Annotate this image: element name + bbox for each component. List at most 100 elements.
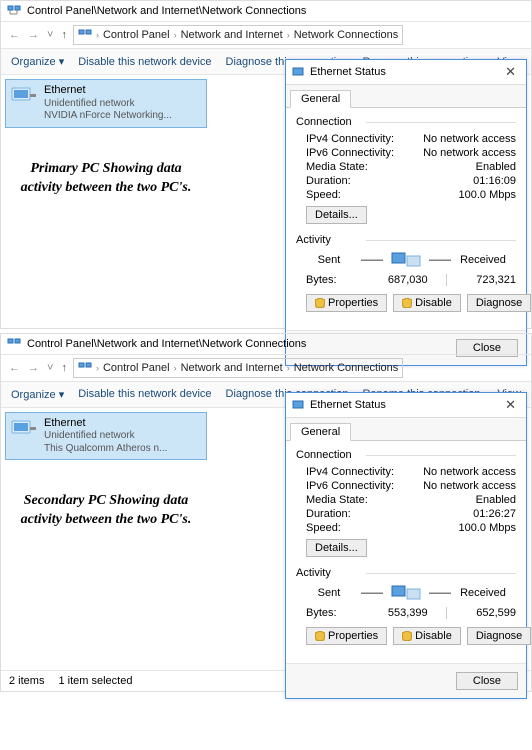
up-button[interactable]: ↑ bbox=[59, 362, 69, 374]
speed-label: Speed: bbox=[306, 189, 416, 201]
adapter-item-ethernet[interactable]: Ethernet Unidentified network This Qualc… bbox=[5, 412, 207, 461]
ethernet-status-dialog: Ethernet Status ✕ General Connection IPv… bbox=[285, 392, 527, 699]
explorer-window-primary: Control Panel\Network and Internet\Netwo… bbox=[0, 0, 532, 329]
back-button[interactable]: ← bbox=[7, 362, 22, 374]
diagnose-button[interactable]: Diagnose bbox=[467, 627, 531, 645]
bytes-received-value: 652,599 bbox=[453, 607, 517, 619]
adapter-driver: This Qualcomm Atheros n... bbox=[44, 443, 167, 456]
received-label: Received bbox=[459, 254, 507, 266]
nav-row: ← → ˅ ↑ › Control Panel › Network and In… bbox=[1, 354, 531, 381]
network-connections-icon bbox=[78, 28, 92, 42]
duration-value: 01:26:27 bbox=[416, 508, 516, 520]
ipv6-label: IPv6 Connectivity: bbox=[306, 147, 416, 159]
ipv6-label: IPv6 Connectivity: bbox=[306, 480, 416, 492]
close-icon[interactable]: ✕ bbox=[501, 397, 520, 413]
organize-menu[interactable]: Organize ▾ bbox=[11, 55, 64, 68]
media-state-label: Media State: bbox=[306, 161, 416, 173]
properties-button[interactable]: Properties bbox=[306, 294, 387, 312]
duration-label: Duration: bbox=[306, 508, 416, 520]
details-button[interactable]: Details... bbox=[306, 206, 367, 224]
bytes-label: Bytes: bbox=[306, 274, 376, 286]
properties-button-label: Properties bbox=[328, 297, 378, 309]
tab-general[interactable]: General bbox=[290, 423, 351, 441]
back-button[interactable]: ← bbox=[7, 29, 22, 41]
disable-button-label: Disable bbox=[415, 630, 452, 642]
dialog-titlebar[interactable]: Ethernet Status ✕ bbox=[286, 60, 526, 85]
adapter-item-ethernet[interactable]: Ethernet Unidentified network NVIDIA nFo… bbox=[5, 79, 207, 128]
ipv4-label: IPv4 Connectivity: bbox=[306, 133, 416, 145]
disable-button[interactable]: Disable bbox=[393, 627, 461, 645]
explorer-window-secondary: Control Panel\Network and Internet\Netwo… bbox=[0, 333, 532, 693]
speed-value: 100.0 Mbps bbox=[416, 522, 516, 534]
shield-icon bbox=[402, 298, 412, 308]
up-button[interactable]: ↑ bbox=[59, 29, 69, 41]
activity-divider: —— bbox=[429, 587, 451, 599]
bytes-received-value: 723,321 bbox=[453, 274, 517, 286]
path-title-text: Control Panel\Network and Internet\Netwo… bbox=[27, 338, 306, 350]
window-path-title: Control Panel\Network and Internet\Netwo… bbox=[1, 1, 531, 21]
properties-button[interactable]: Properties bbox=[306, 627, 387, 645]
sent-label: Sent bbox=[305, 587, 353, 599]
address-bar[interactable]: › Control Panel › Network and Internet ›… bbox=[73, 25, 403, 45]
address-bar[interactable]: › Control Panel › Network and Internet ›… bbox=[73, 358, 403, 378]
disable-device-button[interactable]: Disable this network device bbox=[78, 388, 211, 400]
tab-general[interactable]: General bbox=[290, 90, 351, 108]
breadcrumb[interactable]: Control Panel bbox=[103, 362, 170, 374]
shield-icon bbox=[315, 631, 325, 641]
ethernet-status-dialog: Ethernet Status ✕ General Connection IPv… bbox=[285, 59, 527, 366]
received-label: Received bbox=[459, 587, 507, 599]
activity-divider: —— bbox=[361, 587, 383, 599]
activity-divider: —— bbox=[429, 254, 451, 266]
chevron-right-icon[interactable]: › bbox=[96, 363, 99, 373]
diagnose-button[interactable]: Diagnose bbox=[467, 294, 531, 312]
connection-section-label: Connection bbox=[296, 449, 516, 461]
properties-button-label: Properties bbox=[328, 630, 378, 642]
activity-section-label: Activity bbox=[296, 567, 516, 579]
breadcrumb[interactable]: Control Panel bbox=[103, 29, 170, 41]
chevron-right-icon[interactable]: › bbox=[287, 30, 290, 40]
breadcrumb[interactable]: Network and Internet bbox=[181, 29, 283, 41]
activity-monitors-icon bbox=[391, 583, 421, 603]
forward-button[interactable]: → bbox=[26, 362, 41, 374]
network-connections-icon bbox=[7, 4, 21, 18]
media-state-value: Enabled bbox=[416, 161, 516, 173]
dialog-title: Ethernet Status bbox=[310, 399, 386, 411]
duration-label: Duration: bbox=[306, 175, 416, 187]
ipv4-label: IPv4 Connectivity: bbox=[306, 466, 416, 478]
recent-dropdown[interactable]: ˅ bbox=[45, 362, 55, 374]
organize-menu[interactable]: Organize ▾ bbox=[11, 388, 64, 401]
ipv4-value: No network access bbox=[416, 133, 516, 145]
activity-section-label: Activity bbox=[296, 234, 516, 246]
breadcrumb[interactable]: Network and Internet bbox=[181, 362, 283, 374]
close-button[interactable]: Close bbox=[456, 672, 518, 690]
media-state-label: Media State: bbox=[306, 494, 416, 506]
disable-button[interactable]: Disable bbox=[393, 294, 461, 312]
chevron-right-icon[interactable]: › bbox=[287, 363, 290, 373]
breadcrumb[interactable]: Network Connections bbox=[294, 362, 399, 374]
forward-button[interactable]: → bbox=[26, 29, 41, 41]
chevron-right-icon[interactable]: › bbox=[174, 30, 177, 40]
chevron-right-icon[interactable]: › bbox=[96, 30, 99, 40]
adapter-driver: NVIDIA nForce Networking... bbox=[44, 110, 172, 123]
close-icon[interactable]: ✕ bbox=[501, 64, 520, 80]
chevron-right-icon[interactable]: › bbox=[174, 363, 177, 373]
details-button[interactable]: Details... bbox=[306, 539, 367, 557]
status-selected-count: 1 item selected bbox=[58, 675, 132, 687]
dialog-title: Ethernet Status bbox=[310, 66, 386, 78]
ethernet-adapter-icon bbox=[10, 417, 38, 441]
bytes-sent-value: 687,030 bbox=[376, 274, 440, 286]
annotation-caption: Secondary PC Showing data activity betwe… bbox=[1, 492, 211, 530]
adapter-list: Ethernet Unidentified network This Qualc… bbox=[1, 408, 211, 465]
ipv4-value: No network access bbox=[416, 466, 516, 478]
disable-device-button[interactable]: Disable this network device bbox=[78, 56, 211, 68]
dialog-titlebar[interactable]: Ethernet Status ✕ bbox=[286, 393, 526, 418]
activity-divider: —— bbox=[361, 254, 383, 266]
network-connections-icon bbox=[7, 337, 21, 351]
ipv6-value: No network access bbox=[416, 147, 516, 159]
divider bbox=[446, 274, 447, 286]
recent-dropdown[interactable]: ˅ bbox=[45, 29, 55, 41]
network-connections-icon bbox=[78, 361, 92, 375]
nav-row: ← → ˅ ↑ › Control Panel › Network and In… bbox=[1, 21, 531, 48]
breadcrumb[interactable]: Network Connections bbox=[294, 29, 399, 41]
ethernet-adapter-icon bbox=[10, 84, 38, 108]
